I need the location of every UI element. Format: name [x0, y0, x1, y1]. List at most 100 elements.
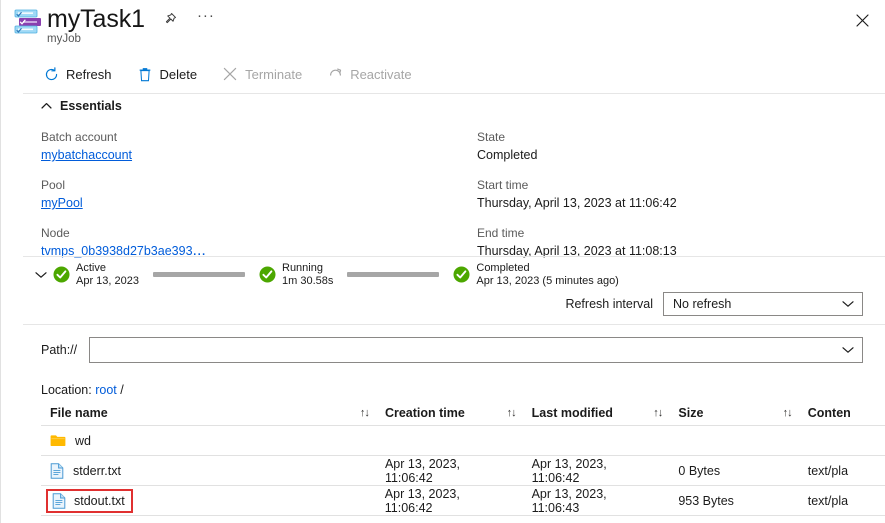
column-label: Conten	[807, 405, 851, 420]
stage-name: Completed	[476, 262, 530, 274]
table-row[interactable]: wd	[41, 426, 885, 456]
column-header-size[interactable]: Size	[678, 406, 782, 420]
file-table: File name ↑↓ Creation time ↑↓ Last modif…	[41, 400, 885, 516]
stage-name: Active	[76, 262, 106, 274]
column-label: File name	[50, 405, 108, 420]
reactivate-label: Reactivate	[350, 66, 412, 82]
stage-text: Completed Apr 13, 2023 (5 minutes ago)	[476, 262, 618, 287]
terminate-label: Terminate	[245, 66, 303, 82]
delete-label: Delete	[159, 66, 198, 82]
sort-updown-icon[interactable]: ↑↓	[507, 407, 532, 419]
column-label: Last modified	[531, 405, 613, 420]
refresh-interval-select[interactable]: No refresh	[663, 292, 863, 316]
stage-sub: Apr 13, 2023	[76, 274, 139, 287]
content-type-cell: text/pla	[807, 493, 849, 508]
check-circle-icon	[259, 266, 276, 283]
column-header-last-modified[interactable]: Last modified	[532, 406, 654, 420]
file-name-cell[interactable]: wd	[41, 434, 360, 448]
column-header-file-name[interactable]: File name	[41, 406, 360, 420]
blade-header: myTask1 ··· myJob	[1, 0, 885, 52]
column-label: Size	[678, 405, 704, 420]
stage-text: Running 1m 30.58s	[282, 262, 333, 287]
sort-updown-icon[interactable]: ↑↓	[360, 407, 385, 419]
refresh-button[interactable]: Refresh	[41, 63, 125, 85]
section-divider	[23, 324, 885, 325]
column-header-creation-time[interactable]: Creation time	[385, 406, 507, 420]
chevron-down-icon	[842, 343, 854, 357]
trash-icon	[137, 66, 153, 82]
file-name-text: wd	[75, 433, 91, 448]
stage-sub: Apr 13, 2023 (5 minutes ago)	[476, 274, 619, 287]
creation-time-cell: Apr 13, 2023, 11:06:42	[384, 486, 460, 515]
essentials-left-column: Batch account mybatchaccount Pool myPool…	[41, 129, 461, 273]
delete-button[interactable]: Delete	[135, 63, 211, 85]
path-label: Path://	[41, 343, 78, 357]
task-state-timeline: Active Apr 13, 2023 Running 1m 30.58s Co…	[29, 262, 619, 287]
field-label: Node	[41, 226, 70, 240]
table-header-row: File name ↑↓ Creation time ↑↓ Last modif…	[41, 400, 885, 426]
location-root-link[interactable]: root	[95, 383, 117, 397]
sort-updown-icon[interactable]: ↑↓	[653, 407, 678, 419]
folder-icon	[50, 434, 66, 447]
title-row: myTask1 ···	[47, 4, 217, 34]
terminate-button[interactable]: Terminate	[220, 63, 315, 85]
timeline-stage-running: Running 1m 30.58s	[259, 262, 333, 287]
timeline-stage-active: Active Apr 13, 2023	[53, 262, 139, 287]
timeline-connector	[347, 272, 440, 277]
essentials-right-column: State Completed Start time Thursday, Apr…	[477, 129, 877, 273]
column-label: Creation time	[384, 405, 465, 420]
location-separator: /	[120, 383, 124, 397]
refresh-label: Refresh	[66, 66, 112, 82]
check-circle-icon	[453, 266, 470, 283]
path-row: Path://	[41, 337, 863, 363]
file-name-cell[interactable]: stdout.txt	[41, 488, 360, 513]
size-cell: 0 Bytes	[678, 463, 721, 478]
essentials-field-pool: Pool myPool	[41, 177, 461, 212]
batch-account-link[interactable]: mybatchaccount	[41, 146, 132, 164]
essentials-divider	[23, 256, 885, 257]
node-link[interactable]: tvmps_0b3938d27b3ae393	[41, 242, 193, 260]
file-icon	[50, 462, 64, 479]
chevron-down-icon[interactable]	[29, 263, 53, 287]
table-row[interactable]: stdout.txt Apr 13, 2023, 11:06:42 Apr 13…	[41, 486, 885, 516]
path-input[interactable]	[89, 337, 863, 363]
column-header-content-type[interactable]: Conten	[808, 406, 885, 420]
file-name-text: stderr.txt	[73, 463, 121, 478]
highlight-annotation-box: stdout.txt	[46, 488, 133, 513]
content-type-cell: text/pla	[807, 463, 849, 478]
chevron-up-icon	[41, 99, 52, 113]
command-bar: Refresh Delete Terminate Reactivate	[41, 58, 435, 90]
file-name-cell[interactable]: stderr.txt	[41, 462, 360, 479]
check-circle-icon	[53, 266, 70, 283]
stage-text: Active Apr 13, 2023	[76, 262, 139, 287]
ellipsis-icon[interactable]: ···	[195, 7, 217, 30]
file-name-text: stdout.txt	[74, 493, 125, 508]
start-time-value: Thursday, April 13, 2023 at 11:06:42	[477, 196, 677, 210]
table-row[interactable]: stderr.txt Apr 13, 2023, 11:06:42 Apr 13…	[41, 456, 885, 486]
close-icon[interactable]	[849, 7, 875, 33]
pin-icon[interactable]	[159, 8, 181, 30]
refresh-interval-value: No refresh	[673, 297, 732, 311]
x-icon	[222, 66, 238, 82]
field-label: Batch account	[41, 130, 118, 144]
batch-task-icon	[14, 9, 42, 35]
timeline-stage-completed: Completed Apr 13, 2023 (5 minutes ago)	[453, 262, 619, 287]
essentials-label: Essentials	[60, 99, 122, 113]
location-breadcrumb: Location: root /	[41, 383, 124, 397]
file-icon	[52, 492, 66, 509]
essentials-field-start-time: Start time Thursday, April 13, 2023 at 1…	[477, 177, 877, 212]
essentials-toggle[interactable]: Essentials	[41, 99, 122, 113]
essentials-field-node: Node tvmps_0b3938d27b3ae393...	[41, 225, 461, 260]
stage-sub: 1m 30.58s	[282, 274, 334, 287]
last-modified-cell: Apr 13, 2023, 11:06:42	[531, 456, 607, 485]
end-time-value: Thursday, April 13, 2023 at 11:08:13	[477, 244, 677, 258]
page-title: myTask1	[47, 5, 145, 33]
pool-link[interactable]: myPool	[41, 194, 83, 212]
refresh-interval-row: Refresh interval No refresh	[565, 292, 863, 316]
size-cell: 953 Bytes	[678, 493, 734, 508]
task-details-blade: myTask1 ··· myJob Refresh Delete Termina…	[0, 0, 885, 523]
state-value: Completed	[477, 148, 538, 162]
sort-updown-icon[interactable]: ↑↓	[783, 407, 808, 419]
creation-time-cell: Apr 13, 2023, 11:06:42	[384, 456, 461, 485]
reactivate-button[interactable]: Reactivate	[325, 63, 424, 85]
